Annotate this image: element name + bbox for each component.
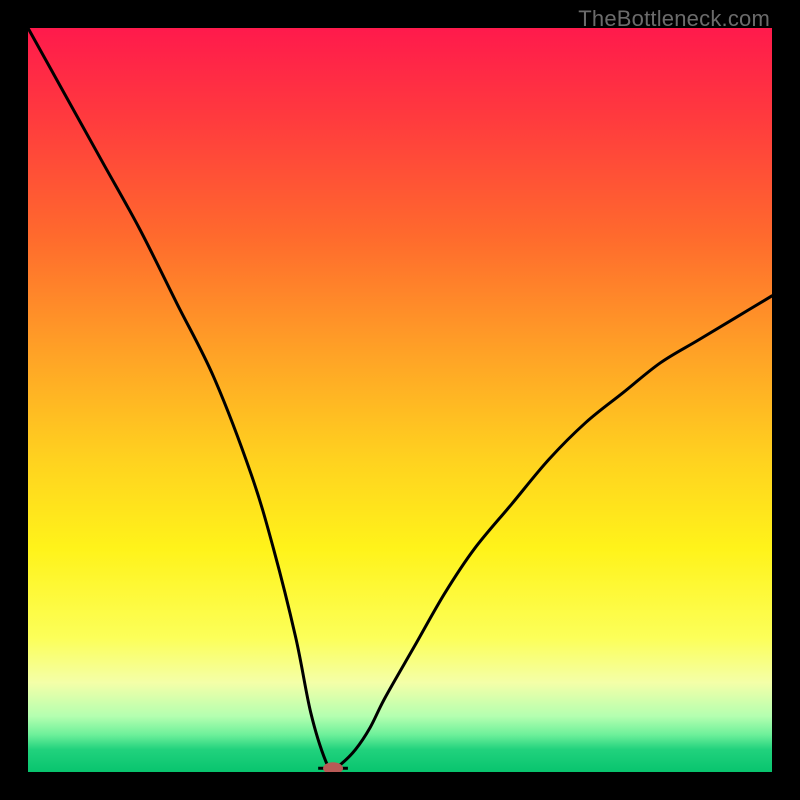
plot-area — [28, 28, 772, 772]
curve-layer — [28, 28, 772, 772]
chart-frame: TheBottleneck.com — [0, 0, 800, 800]
bottleneck-curve — [28, 28, 772, 768]
